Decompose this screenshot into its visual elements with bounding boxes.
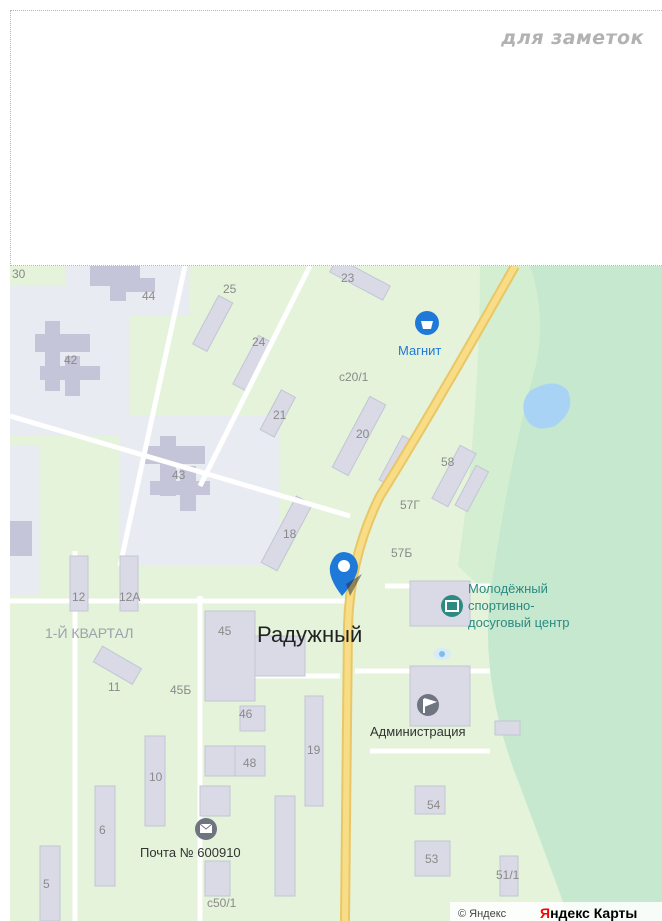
poi-label-sport-2[interactable]: спортивно- [468,598,535,613]
building-number: 11 [108,680,121,694]
building-number: 42 [64,353,78,367]
building-number: с20/1 [339,370,369,384]
building-number: 57Б [391,546,412,560]
brand-logo[interactable]: Яндекс Карты [540,905,637,921]
stadium-icon[interactable] [441,595,463,617]
building-number: 58 [441,455,455,469]
building-number: 57Г [400,498,420,512]
poi-label-magnit[interactable]: Магнит [398,343,441,358]
envelope-icon[interactable] [195,818,217,840]
building-number: 48 [243,756,257,770]
building [10,521,32,556]
building-number: 10 [149,770,163,784]
building-number: 43 [172,468,186,482]
building-number: 23 [341,271,355,285]
basket-icon[interactable] [415,311,439,335]
brand-logo-ya: Я [540,905,550,921]
building-number: 46 [239,707,253,721]
brand-logo-rest: ндекс Карты [550,905,637,921]
poi-label-sport-1[interactable]: Молодёжный [468,581,548,596]
fountain-icon [433,648,451,660]
building-number: 44 [142,289,156,303]
building-number: 53 [425,852,439,866]
building-number: 6 [99,823,106,837]
city-label: Радужный [257,622,362,647]
building-number: 25 [223,282,237,296]
copyright-text[interactable]: © Яндекс [458,908,507,920]
building-number: 30 [12,267,26,281]
poi-label-sport-3[interactable]: досуговый центр [468,615,570,630]
notes-area[interactable]: для заметок [10,10,662,266]
district-label: 1-Й КВАРТАЛ [45,624,133,641]
poi-label-administration[interactable]: Администрация [370,724,466,739]
building-number: 21 [273,408,287,422]
map-view[interactable]: 30 44 25 23 42 24 с20/1 21 20 43 58 57Г … [10,266,662,921]
building-number: 12А [119,590,140,604]
building-number: 20 [356,427,370,441]
building-number: 12 [72,590,86,604]
building-number: 45Б [170,683,191,697]
building-number: с50/1 [207,896,237,910]
building-number: 19 [307,743,321,757]
building-number: 5 [43,877,50,891]
flag-icon[interactable] [417,694,439,716]
building-number: 54 [427,798,441,812]
building-number: 18 [283,527,297,541]
poi-label-post[interactable]: Почта № 600910 [140,845,241,860]
notes-title: для заметок [501,27,644,49]
building-number: 24 [252,335,266,349]
building-number: 51/1 [496,868,520,882]
building-number: 45 [218,624,232,638]
